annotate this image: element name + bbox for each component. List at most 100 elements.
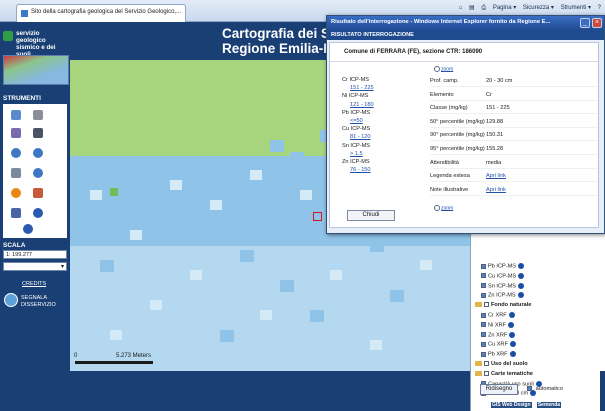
layer-item[interactable]: Zn XRF [481, 331, 516, 341]
command-security[interactable]: Sicurezza ▾ [523, 5, 554, 11]
download-icon[interactable] [23, 224, 33, 234]
attribute-link[interactable]: Apri link [486, 173, 506, 179]
close-button[interactable]: Chiudi [347, 210, 395, 221]
info-icon[interactable] [508, 312, 515, 318]
credit-left[interactable]: GIS Web Design [491, 402, 532, 408]
layer-checkbox[interactable] [481, 292, 486, 298]
layer-label: Carte tematiche [491, 370, 533, 377]
info-query-icon[interactable] [11, 110, 21, 120]
element-range-link[interactable]: > 1.5 [350, 151, 363, 157]
select-area-icon[interactable] [11, 128, 21, 138]
layer-item[interactable]: Cu XRF [481, 341, 516, 350]
info-icon[interactable] [509, 331, 516, 338]
draw-icon[interactable] [33, 128, 43, 138]
layer-checkbox[interactable] [481, 341, 486, 347]
auto-redraw-checkbox[interactable] [527, 386, 532, 392]
layer-checkbox[interactable] [481, 263, 486, 269]
layer-checkbox[interactable] [481, 322, 486, 328]
info-icon[interactable] [508, 321, 515, 328]
print-icon[interactable]: ⎙ [481, 5, 486, 11]
identify-icon[interactable] [11, 188, 21, 198]
info-icon[interactable] [509, 341, 516, 348]
page-title-line-2: Regione Emilia-Ro [222, 41, 342, 56]
folder-icon[interactable] [475, 370, 482, 376]
zoom-out-icon[interactable] [33, 148, 43, 158]
scalebar-label: 5.273 Meters [116, 353, 152, 359]
layer-item[interactable]: Cu ICP-MS [481, 272, 525, 282]
zoom-link-top[interactable]: zoom [434, 66, 453, 72]
layer-label: Cu ICP-MS [488, 273, 517, 280]
scale-input[interactable]: 1: 199.277 [3, 250, 67, 259]
layer-item[interactable]: Pb ICP-MS [481, 263, 524, 272]
folder-icon[interactable] [475, 361, 482, 367]
element-range-link[interactable]: 121 - 180 [350, 102, 374, 108]
feeds-icon[interactable]: ▤ [469, 5, 475, 11]
footer-credits: GIS Web Design ▸ Semenda [491, 402, 562, 408]
pan-hand-icon[interactable] [11, 168, 21, 178]
folder-icon[interactable] [475, 302, 482, 308]
layer-group[interactable]: Uso del suolo [475, 361, 528, 370]
layer-item[interactable]: Zn ICP-MS [481, 292, 524, 301]
site-logo[interactable]: servizio geologico sismico e dei suoli [0, 26, 70, 58]
minimize-icon[interactable]: _ [580, 18, 590, 28]
attribute-key: Elemento [430, 91, 454, 98]
query-result-window[interactable]: Risultato dell'interrogazione - Windows … [326, 15, 605, 234]
command-tools[interactable]: Strumenti ▾ [561, 5, 591, 11]
popup-body: Comune di FERRARA (FE), sezione CTR: 186… [329, 42, 599, 228]
info-icon[interactable] [518, 272, 525, 279]
info-icon[interactable] [517, 263, 524, 269]
layer-checkbox[interactable] [484, 370, 489, 376]
info-icon[interactable] [509, 351, 516, 358]
layer-checkbox[interactable] [481, 283, 486, 289]
layer-group[interactable]: Fondo naturale [475, 302, 531, 311]
measure-icon[interactable] [33, 208, 43, 218]
redraw-button[interactable]: Ridisegno [480, 384, 518, 395]
home-icon[interactable]: ⌂ [459, 5, 463, 11]
zoom-link-bottom[interactable]: zoom [434, 205, 453, 211]
element-range-link[interactable]: 76 - 150 [350, 167, 371, 173]
layer-checkbox[interactable] [481, 273, 486, 279]
popup-titlebar[interactable]: Risultato dell'interrogazione - Windows … [327, 16, 604, 30]
layer-group[interactable]: Carte tematiche [475, 371, 533, 380]
zoom-label: zoom [441, 66, 454, 73]
credit-right[interactable]: Semenda [536, 402, 562, 408]
legend-icon[interactable] [33, 188, 43, 198]
tool-grid [3, 104, 67, 238]
layer-checkbox[interactable] [481, 351, 486, 357]
layer-label: Pb XRF [488, 351, 508, 358]
layer-item[interactable]: Cr XRF [481, 312, 515, 321]
auto-redraw-option[interactable]: automatico [527, 386, 563, 392]
help-icon[interactable]: ? [598, 5, 601, 11]
attribute-key: Note illustrative [430, 186, 469, 193]
magnifier-icon [434, 66, 440, 72]
element-range-link[interactable]: 151 - 225 [350, 85, 374, 91]
zoom-in-icon[interactable] [11, 148, 21, 158]
layer-item[interactable]: Ni XRF [481, 321, 515, 331]
layer-checkbox[interactable] [484, 302, 489, 308]
layer-item[interactable]: Pb XRF [481, 351, 516, 360]
bookmark-icon[interactable] [11, 208, 21, 218]
element-range-link[interactable]: 81 - 120 [350, 134, 371, 140]
credits-link[interactable]: CREDITS [22, 281, 46, 287]
layer-checkbox[interactable] [481, 312, 486, 318]
logo-text: servizio geologico sismico e dei suoli [16, 30, 70, 58]
attribute-row: 90° percentile (mg/kg) 150.31 [430, 132, 598, 142]
command-page[interactable]: Pagina ▾ [493, 5, 516, 11]
element-range-link[interactable]: <=50 [350, 118, 363, 124]
report-issue-button[interactable]: SEGNALA DISSERVIZIO [3, 291, 67, 311]
info-icon[interactable] [517, 282, 524, 289]
attribute-link[interactable]: Apri link [486, 187, 506, 193]
zoom-extent-icon[interactable] [33, 168, 43, 178]
scale-select[interactable]: ▾ [3, 262, 67, 271]
browser-command-bar: ⌂ ▤ ⎙ Pagina ▾ Sicurezza ▾ Strumenti ▾ ? [454, 4, 601, 12]
overview-map[interactable] [3, 55, 69, 85]
layer-item[interactable]: Sn ICP-MS [481, 282, 524, 292]
credit-separator-icon: ▸ [532, 402, 536, 408]
close-icon[interactable]: × [592, 18, 602, 28]
layer-checkbox[interactable] [481, 332, 486, 338]
layer-checkbox[interactable] [484, 361, 489, 367]
print-map-icon[interactable] [33, 110, 43, 120]
info-icon[interactable] [517, 292, 524, 299]
layer-label: Uso del suolo [491, 361, 528, 367]
browser-tab[interactable]: Sito della cartografia geologica del Ser… [16, 4, 186, 22]
